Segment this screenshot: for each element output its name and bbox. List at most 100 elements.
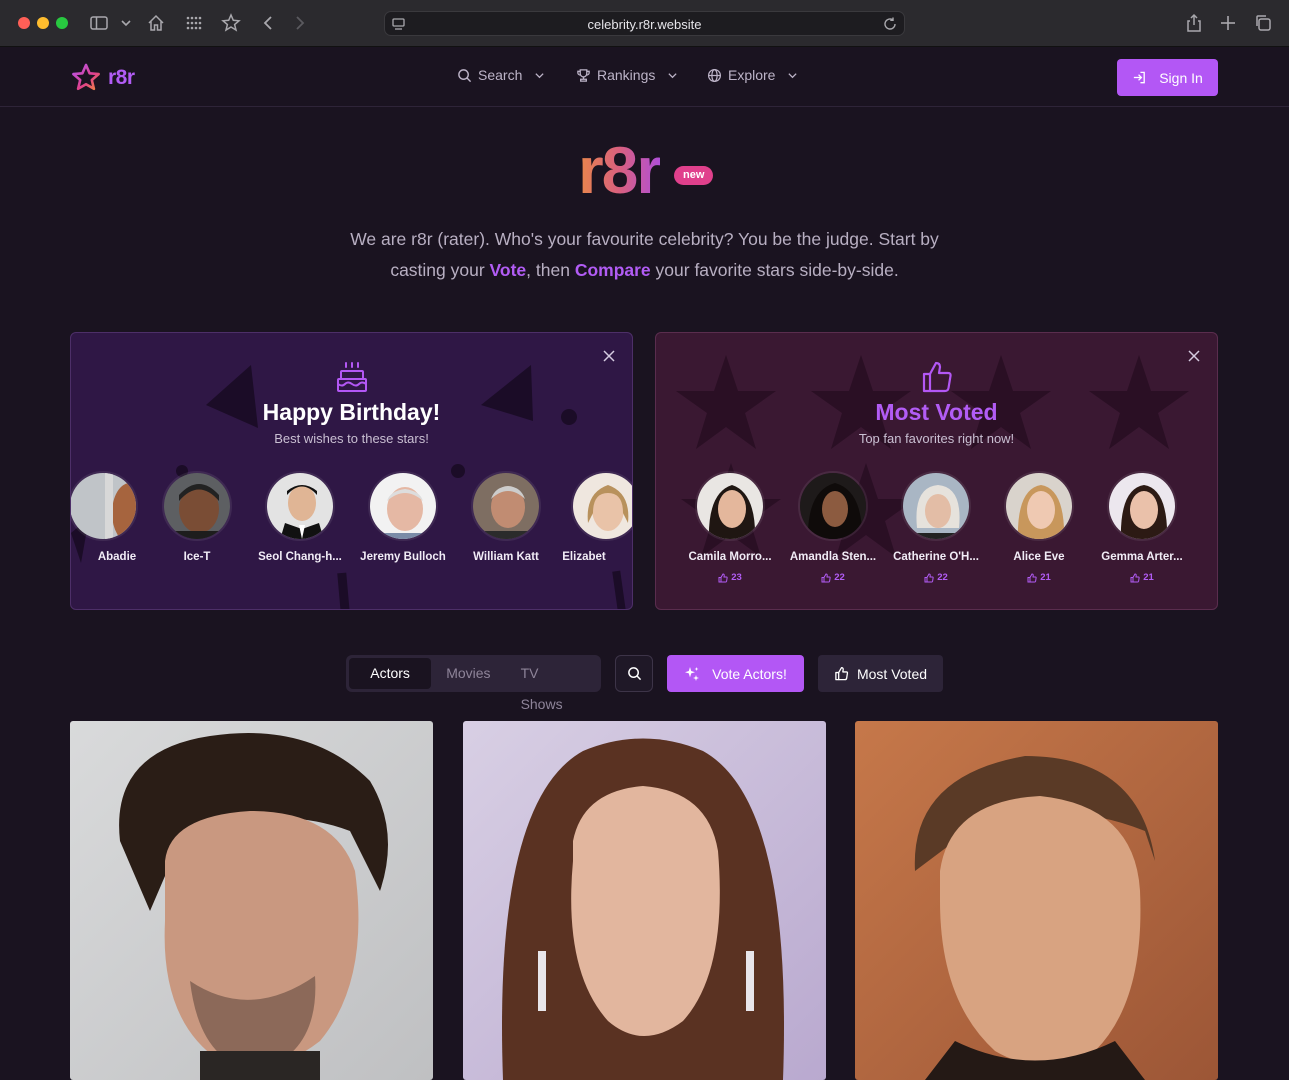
avatar	[368, 471, 438, 541]
hero-text-3: your favorite stars side-by-side.	[650, 260, 899, 280]
tab-overview-icon[interactable]	[1253, 13, 1273, 33]
person-name: Ice-T	[183, 551, 211, 563]
vote-count-value: 22	[937, 572, 948, 583]
person-name: Elizabet	[562, 551, 606, 563]
birthday-person[interactable]: Elizabet	[539, 471, 632, 563]
voted-person[interactable]: Catherine O'H... 22	[886, 471, 986, 583]
address-bar[interactable]: celebrity.r8r.website	[384, 11, 905, 36]
tab-movies[interactable]: Movies	[431, 658, 505, 689]
new-badge: new	[674, 166, 714, 185]
home-icon[interactable]	[146, 13, 166, 33]
most-voted-card: Most Voted Top fan favorites right now! …	[655, 332, 1218, 610]
browser-chrome: celebrity.r8r.website	[0, 0, 1289, 47]
vote-count-value: 23	[731, 572, 742, 583]
chevron-down-icon[interactable]	[116, 13, 131, 33]
chevron-down-icon	[788, 72, 798, 78]
site-logo[interactable]: r8r	[70, 62, 135, 94]
birthday-person[interactable]: Ice-T	[147, 471, 247, 563]
person-name: Seol Chang-h...	[258, 551, 342, 563]
vote-highlight: Vote	[489, 260, 527, 280]
person-name: Catherine O'H...	[893, 551, 979, 563]
close-window-button[interactable]	[18, 17, 30, 29]
category-tabs: Actors Movies TV Shows	[346, 655, 601, 712]
vote-actors-button[interactable]: Vote Actors!	[667, 655, 804, 692]
vote-count: 21	[1092, 572, 1192, 583]
actor-card[interactable]	[70, 721, 433, 1080]
birthday-title: Happy Birthday!	[262, 399, 441, 425]
birthday-person[interactable]: Jeremy Bulloch	[353, 471, 453, 563]
voted-person[interactable]: Camila Morro... 23	[680, 471, 780, 583]
avatar	[571, 471, 632, 541]
person-name: Gemma Arter...	[1101, 551, 1183, 563]
forward-icon[interactable]	[290, 13, 310, 33]
chevron-down-icon	[535, 72, 544, 78]
thumbs-up-icon	[1130, 572, 1140, 582]
actor-photo	[855, 721, 1218, 1080]
vote-count: 21	[989, 572, 1089, 583]
star-bookmark-icon[interactable]	[221, 13, 241, 33]
avatar	[695, 471, 765, 541]
new-tab-icon[interactable]	[1218, 13, 1238, 33]
birthday-person[interactable]: Seol Chang-h...	[250, 471, 350, 563]
avatar	[901, 471, 971, 541]
nav-rankings-label: Rankings	[597, 67, 656, 83]
maximize-window-button[interactable]	[56, 17, 68, 29]
most-voted-label: Most Voted	[856, 665, 928, 682]
avatar	[471, 471, 541, 541]
reload-icon[interactable]	[882, 16, 898, 32]
voted-person[interactable]: Alice Eve 21	[989, 471, 1089, 583]
hero-text-2: , then	[526, 260, 575, 280]
vote-count: 22	[886, 572, 986, 583]
nav-search[interactable]: Search	[457, 67, 545, 83]
sparkles-icon	[685, 666, 700, 681]
actor-card[interactable]	[463, 721, 826, 1080]
most-voted-subtitle: Top fan favorites right now!	[858, 431, 1015, 446]
site-header: r8r Search Rankings Explore Sign In	[0, 48, 1289, 107]
nav-explore[interactable]: Explore	[707, 67, 798, 83]
search-button[interactable]	[615, 655, 653, 692]
vote-count-value: 21	[1143, 572, 1154, 583]
thumbs-up-icon	[821, 572, 831, 582]
hero-description: We are r8r (rater). Who's your favourite…	[330, 224, 959, 286]
nav-rankings[interactable]: Rankings	[576, 67, 678, 83]
back-icon[interactable]	[258, 13, 278, 33]
vote-count-value: 22	[834, 572, 845, 583]
thumbs-up-icon	[1027, 572, 1037, 582]
tab-tv-shows[interactable]: TV Shows	[506, 658, 598, 712]
tab-actors[interactable]: Actors	[349, 658, 432, 689]
actor-card[interactable]	[855, 721, 1218, 1080]
sidebar-icon[interactable]	[89, 13, 109, 33]
cake-icon	[71, 359, 632, 395]
person-name: Alice Eve	[1013, 551, 1065, 563]
nav-search-label: Search	[478, 67, 523, 83]
star-logo-icon	[72, 63, 100, 91]
person-name: Camila Morro...	[688, 551, 772, 563]
share-icon[interactable]	[1184, 13, 1204, 33]
compare-highlight: Compare	[574, 260, 651, 280]
sign-in-button[interactable]: Sign In	[1117, 59, 1218, 96]
avatar	[71, 471, 138, 541]
birthday-subtitle: Best wishes to these stars!	[274, 431, 429, 446]
vote-count: 22	[783, 572, 883, 583]
vote-count-value: 21	[1040, 572, 1051, 583]
person-name: Amandla Sten...	[789, 551, 877, 563]
vote-actors-label: Vote Actors!	[712, 665, 787, 682]
voted-person[interactable]: Amandla Sten... 22	[783, 471, 883, 583]
actor-photo	[70, 721, 433, 1080]
trophy-icon	[577, 68, 590, 82]
thumbs-up-icon	[924, 572, 934, 582]
most-voted-button[interactable]: Most Voted	[818, 655, 943, 692]
globe-icon	[707, 68, 722, 82]
voted-person[interactable]: Gemma Arter... 21	[1092, 471, 1192, 583]
sign-in-icon	[1134, 71, 1146, 84]
grid-icon[interactable]	[184, 13, 204, 33]
nav-explore-label: Explore	[728, 67, 776, 83]
hero-title: r8r	[578, 133, 662, 207]
birthday-card: Happy Birthday! Best wishes to these sta…	[70, 332, 633, 610]
logo-text: r8r	[108, 66, 135, 89]
minimize-window-button[interactable]	[37, 17, 49, 29]
avatar	[798, 471, 868, 541]
thumbs-up-icon	[656, 359, 1217, 395]
sign-in-label: Sign In	[1159, 69, 1203, 86]
most-voted-title: Most Voted	[875, 399, 998, 425]
